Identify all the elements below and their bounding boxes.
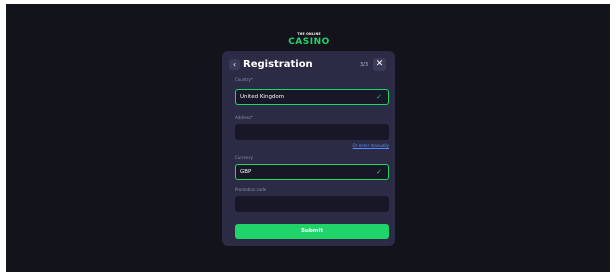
close-icon: ✕ — [375, 59, 384, 69]
step-indicator: 3/3 — [360, 62, 369, 68]
chevron-left-icon: ‹ — [232, 60, 237, 69]
checkmark-icon: ✓ — [376, 93, 382, 101]
submit-button[interactable]: Submit — [235, 224, 389, 239]
currency-select[interactable]: GBP ✓ — [235, 164, 389, 180]
address-label: Address* — [235, 115, 253, 120]
currency-value: GBP — [240, 169, 252, 175]
close-button[interactable]: ✕ — [373, 58, 386, 71]
checkmark-icon: ✓ — [376, 168, 382, 176]
promo-input[interactable] — [235, 196, 389, 212]
registration-modal: ‹ Registration 3/3 ✕ Country* United Kin… — [222, 51, 395, 246]
casino-logo: THE ONLINE CASINO — [287, 30, 331, 50]
promo-label: Promotion code — [235, 187, 267, 192]
currency-label: Currency — [235, 155, 254, 160]
country-select[interactable]: United Kingdom ✓ — [235, 89, 389, 105]
country-label: Country* — [235, 77, 253, 82]
modal-title: Registration — [243, 59, 313, 70]
country-value: United Kingdom — [240, 94, 285, 100]
page-background: THE ONLINE CASINO ‹ Registration 3/3 ✕ C… — [6, 0, 610, 276]
back-button[interactable]: ‹ — [229, 59, 240, 70]
logo-line2: CASINO — [288, 37, 330, 47]
address-input[interactable] — [235, 124, 389, 140]
enter-manually-link[interactable]: Or enter manually — [349, 143, 389, 149]
